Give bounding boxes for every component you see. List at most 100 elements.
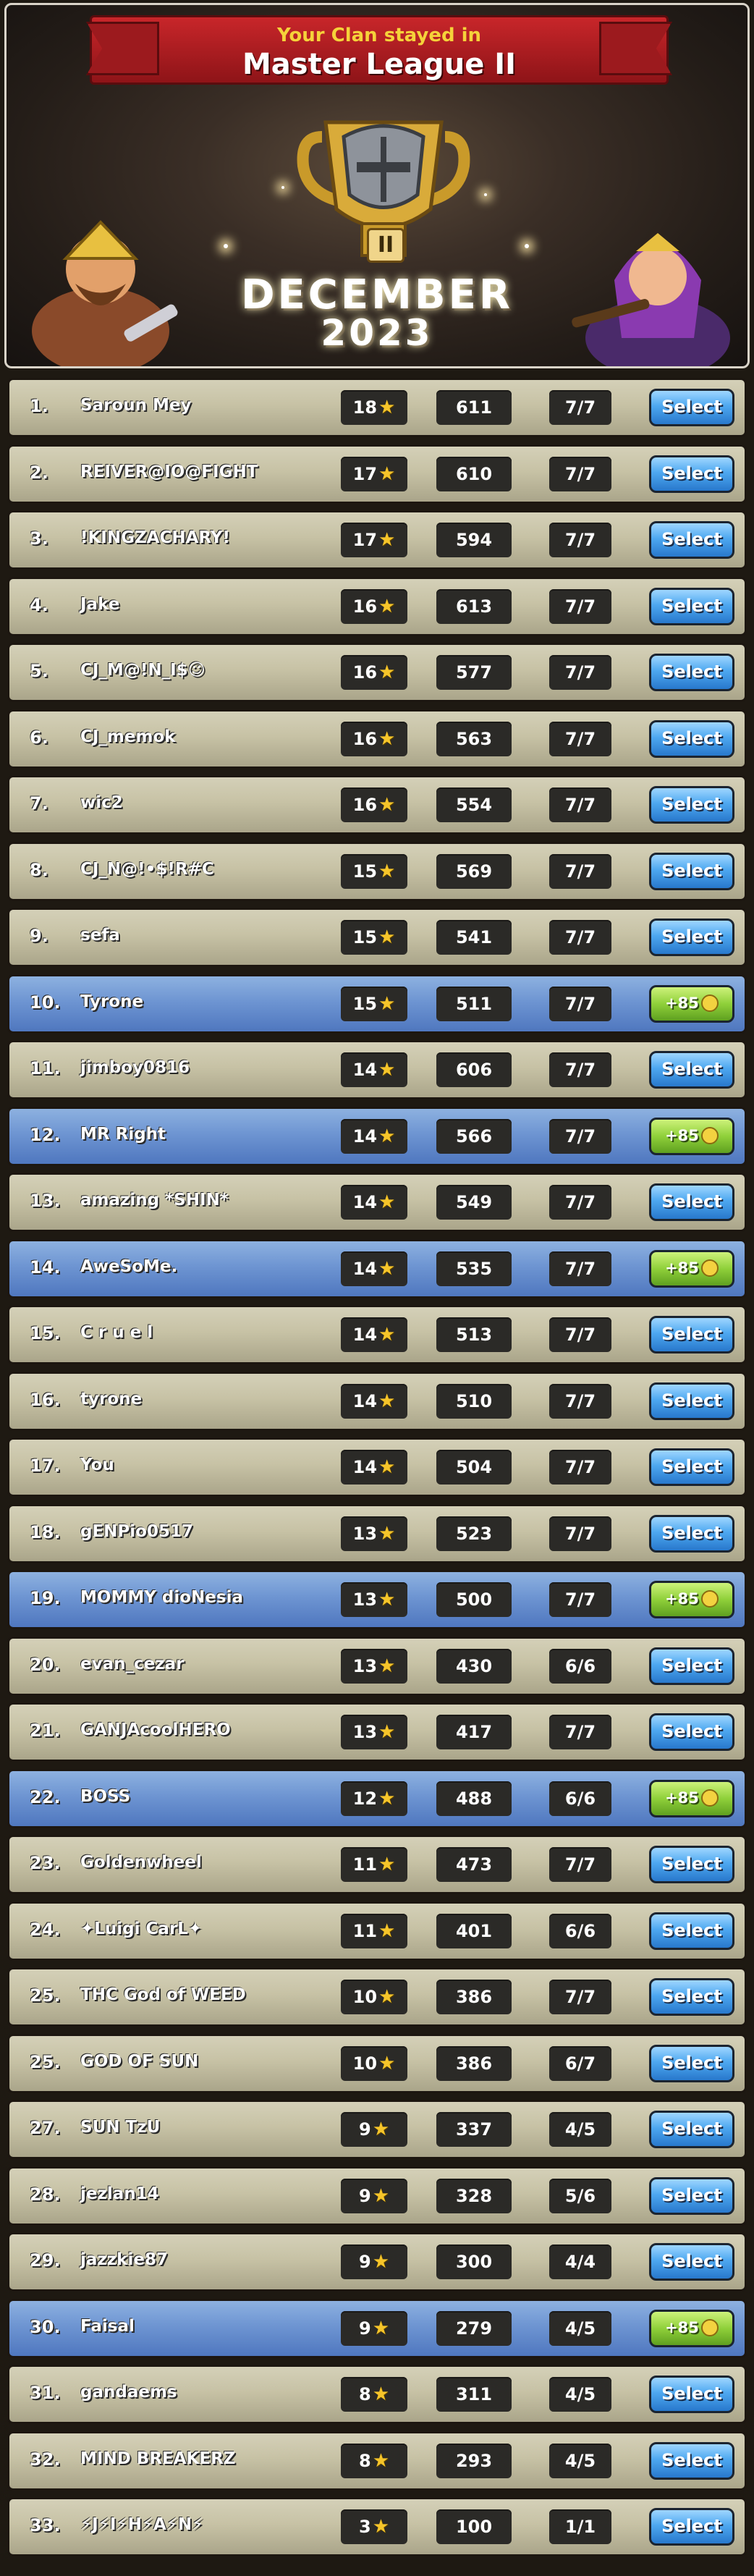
rank-number: 18. bbox=[30, 1522, 61, 1542]
player-name: THC God of WEED bbox=[80, 1985, 246, 2004]
select-button[interactable]: Select bbox=[649, 521, 734, 559]
score-badge: 541 bbox=[436, 920, 512, 955]
attacks-badge: 4/5 bbox=[549, 2311, 611, 2346]
star-icon: ★ bbox=[378, 1920, 396, 1942]
stars-count: 12 bbox=[352, 1789, 378, 1809]
ranking-row: 33. ⚡J⚡I⚡H⚡A⚡N⚡ 3★ 100 1/1 Select bbox=[7, 2497, 747, 2556]
select-button[interactable]: Select bbox=[649, 389, 734, 426]
attacks-badge: 4/5 bbox=[549, 2377, 611, 2412]
select-button[interactable]: Select bbox=[649, 720, 734, 758]
attacks-used: 6/6 bbox=[564, 1656, 596, 1676]
destruction-score: 488 bbox=[455, 1789, 493, 1809]
rank-number: 25. bbox=[30, 1985, 61, 2006]
select-button[interactable]: Select bbox=[649, 2111, 734, 2148]
score-badge: 279 bbox=[436, 2311, 512, 2346]
bonus-medals-button[interactable]: +85 bbox=[649, 2310, 734, 2347]
ranking-row: 29. jazzkie87 9★ 300 4/4 Select bbox=[7, 2232, 747, 2292]
stars-count: 16 bbox=[352, 729, 378, 749]
attacks-used: 7/7 bbox=[564, 1589, 596, 1610]
attacks-badge: 5/6 bbox=[549, 2179, 611, 2213]
player-name: BOSS bbox=[80, 1787, 131, 1806]
destruction-score: 328 bbox=[455, 2186, 493, 2206]
select-button[interactable]: Select bbox=[649, 588, 734, 625]
star-icon: ★ bbox=[372, 2318, 389, 2339]
player-name: wic2 bbox=[80, 793, 123, 812]
bonus-amount: +85 bbox=[665, 1259, 699, 1277]
select-button[interactable]: Select bbox=[649, 2243, 734, 2281]
select-button[interactable]: Select bbox=[649, 1382, 734, 1420]
select-button[interactable]: Select bbox=[649, 1846, 734, 1883]
ranking-row: 19. MOMMY dioNesia 13★ 500 7/7 +85 bbox=[7, 1570, 747, 1629]
ranking-row: 8. CJ_N@!•$!R#C 15★ 569 7/7 Select bbox=[7, 842, 747, 901]
destruction-score: 386 bbox=[455, 2053, 493, 2074]
league-tier-badge: II bbox=[367, 228, 404, 263]
star-icon: ★ bbox=[378, 1721, 396, 1743]
select-button[interactable]: Select bbox=[649, 2376, 734, 2413]
bonus-medals-button[interactable]: +85 bbox=[649, 1780, 734, 1817]
attacks-used: 7/7 bbox=[564, 1325, 596, 1345]
select-button[interactable]: Select bbox=[649, 1713, 734, 1751]
select-button[interactable]: Select bbox=[649, 1515, 734, 1553]
stars-count: 9 bbox=[358, 2186, 371, 2206]
player-name: jezlan14 bbox=[80, 2184, 159, 2203]
select-button[interactable]: Select bbox=[649, 2442, 734, 2480]
select-button[interactable]: Select bbox=[649, 1183, 734, 1221]
rank-number: 10. bbox=[30, 992, 61, 1013]
sparkle-icon bbox=[281, 186, 284, 189]
select-button[interactable]: Select bbox=[649, 2177, 734, 2215]
attacks-badge: 7/7 bbox=[549, 1052, 611, 1087]
select-button[interactable]: Select bbox=[649, 853, 734, 890]
destruction-score: 293 bbox=[455, 2451, 493, 2471]
destruction-score: 279 bbox=[455, 2318, 493, 2339]
stars-count: 10 bbox=[352, 2053, 378, 2074]
stars-badge: 9★ bbox=[341, 2311, 407, 2346]
league-medal-icon bbox=[700, 1789, 719, 1807]
select-button[interactable]: Select bbox=[649, 1316, 734, 1354]
rank-number: 6. bbox=[30, 727, 48, 748]
select-button[interactable]: Select bbox=[649, 1051, 734, 1089]
select-button[interactable]: Select bbox=[649, 654, 734, 691]
attacks-used: 7/7 bbox=[564, 1524, 596, 1544]
bonus-medals-button[interactable]: +85 bbox=[649, 985, 734, 1023]
select-button[interactable]: Select bbox=[649, 2045, 734, 2082]
attacks-used: 7/7 bbox=[564, 530, 596, 550]
select-button[interactable]: Select bbox=[649, 1448, 734, 1486]
bonus-amount: +85 bbox=[665, 1127, 699, 1144]
select-button[interactable]: Select bbox=[649, 1912, 734, 1950]
select-button[interactable]: Select bbox=[649, 919, 734, 956]
star-icon: ★ bbox=[372, 2450, 389, 2472]
attacks-badge: 6/6 bbox=[549, 1914, 611, 1948]
attacks-badge: 7/7 bbox=[549, 457, 611, 491]
select-button[interactable]: Select bbox=[649, 786, 734, 824]
stars-badge: 13★ bbox=[341, 1582, 407, 1617]
score-badge: 613 bbox=[436, 589, 512, 624]
star-icon: ★ bbox=[378, 397, 396, 418]
stars-count: 16 bbox=[352, 596, 378, 617]
rank-number: 23. bbox=[30, 1853, 61, 1873]
bonus-medals-button[interactable]: +85 bbox=[649, 1118, 734, 1155]
star-icon: ★ bbox=[378, 1258, 396, 1280]
attacks-badge: 7/7 bbox=[549, 1980, 611, 2014]
select-button[interactable]: Select bbox=[649, 1978, 734, 2016]
player-name: SUN TzU bbox=[80, 2118, 161, 2137]
select-button[interactable]: Select bbox=[649, 2508, 734, 2546]
attacks-badge: 7/7 bbox=[549, 1715, 611, 1749]
stars-count: 14 bbox=[352, 1259, 378, 1279]
select-button[interactable]: Select bbox=[649, 1647, 734, 1685]
rank-number: 3. bbox=[30, 528, 48, 549]
rank-number: 29. bbox=[30, 2250, 61, 2271]
attacks-used: 7/7 bbox=[564, 1391, 596, 1411]
attacks-badge: 7/7 bbox=[549, 722, 611, 756]
bonus-medals-button[interactable]: +85 bbox=[649, 1581, 734, 1618]
attacks-badge: 7/7 bbox=[549, 523, 611, 557]
league-name: Master League II bbox=[242, 48, 517, 81]
rank-number: 7. bbox=[30, 793, 48, 814]
score-badge: 500 bbox=[436, 1582, 512, 1617]
bonus-medals-button[interactable]: +85 bbox=[649, 1250, 734, 1288]
select-button[interactable]: Select bbox=[649, 455, 734, 493]
destruction-score: 300 bbox=[455, 2252, 493, 2272]
attacks-used: 4/5 bbox=[564, 2384, 596, 2404]
attacks-used: 7/7 bbox=[564, 662, 596, 683]
sparkle-icon bbox=[525, 244, 529, 248]
attacks-badge: 7/7 bbox=[549, 390, 611, 425]
